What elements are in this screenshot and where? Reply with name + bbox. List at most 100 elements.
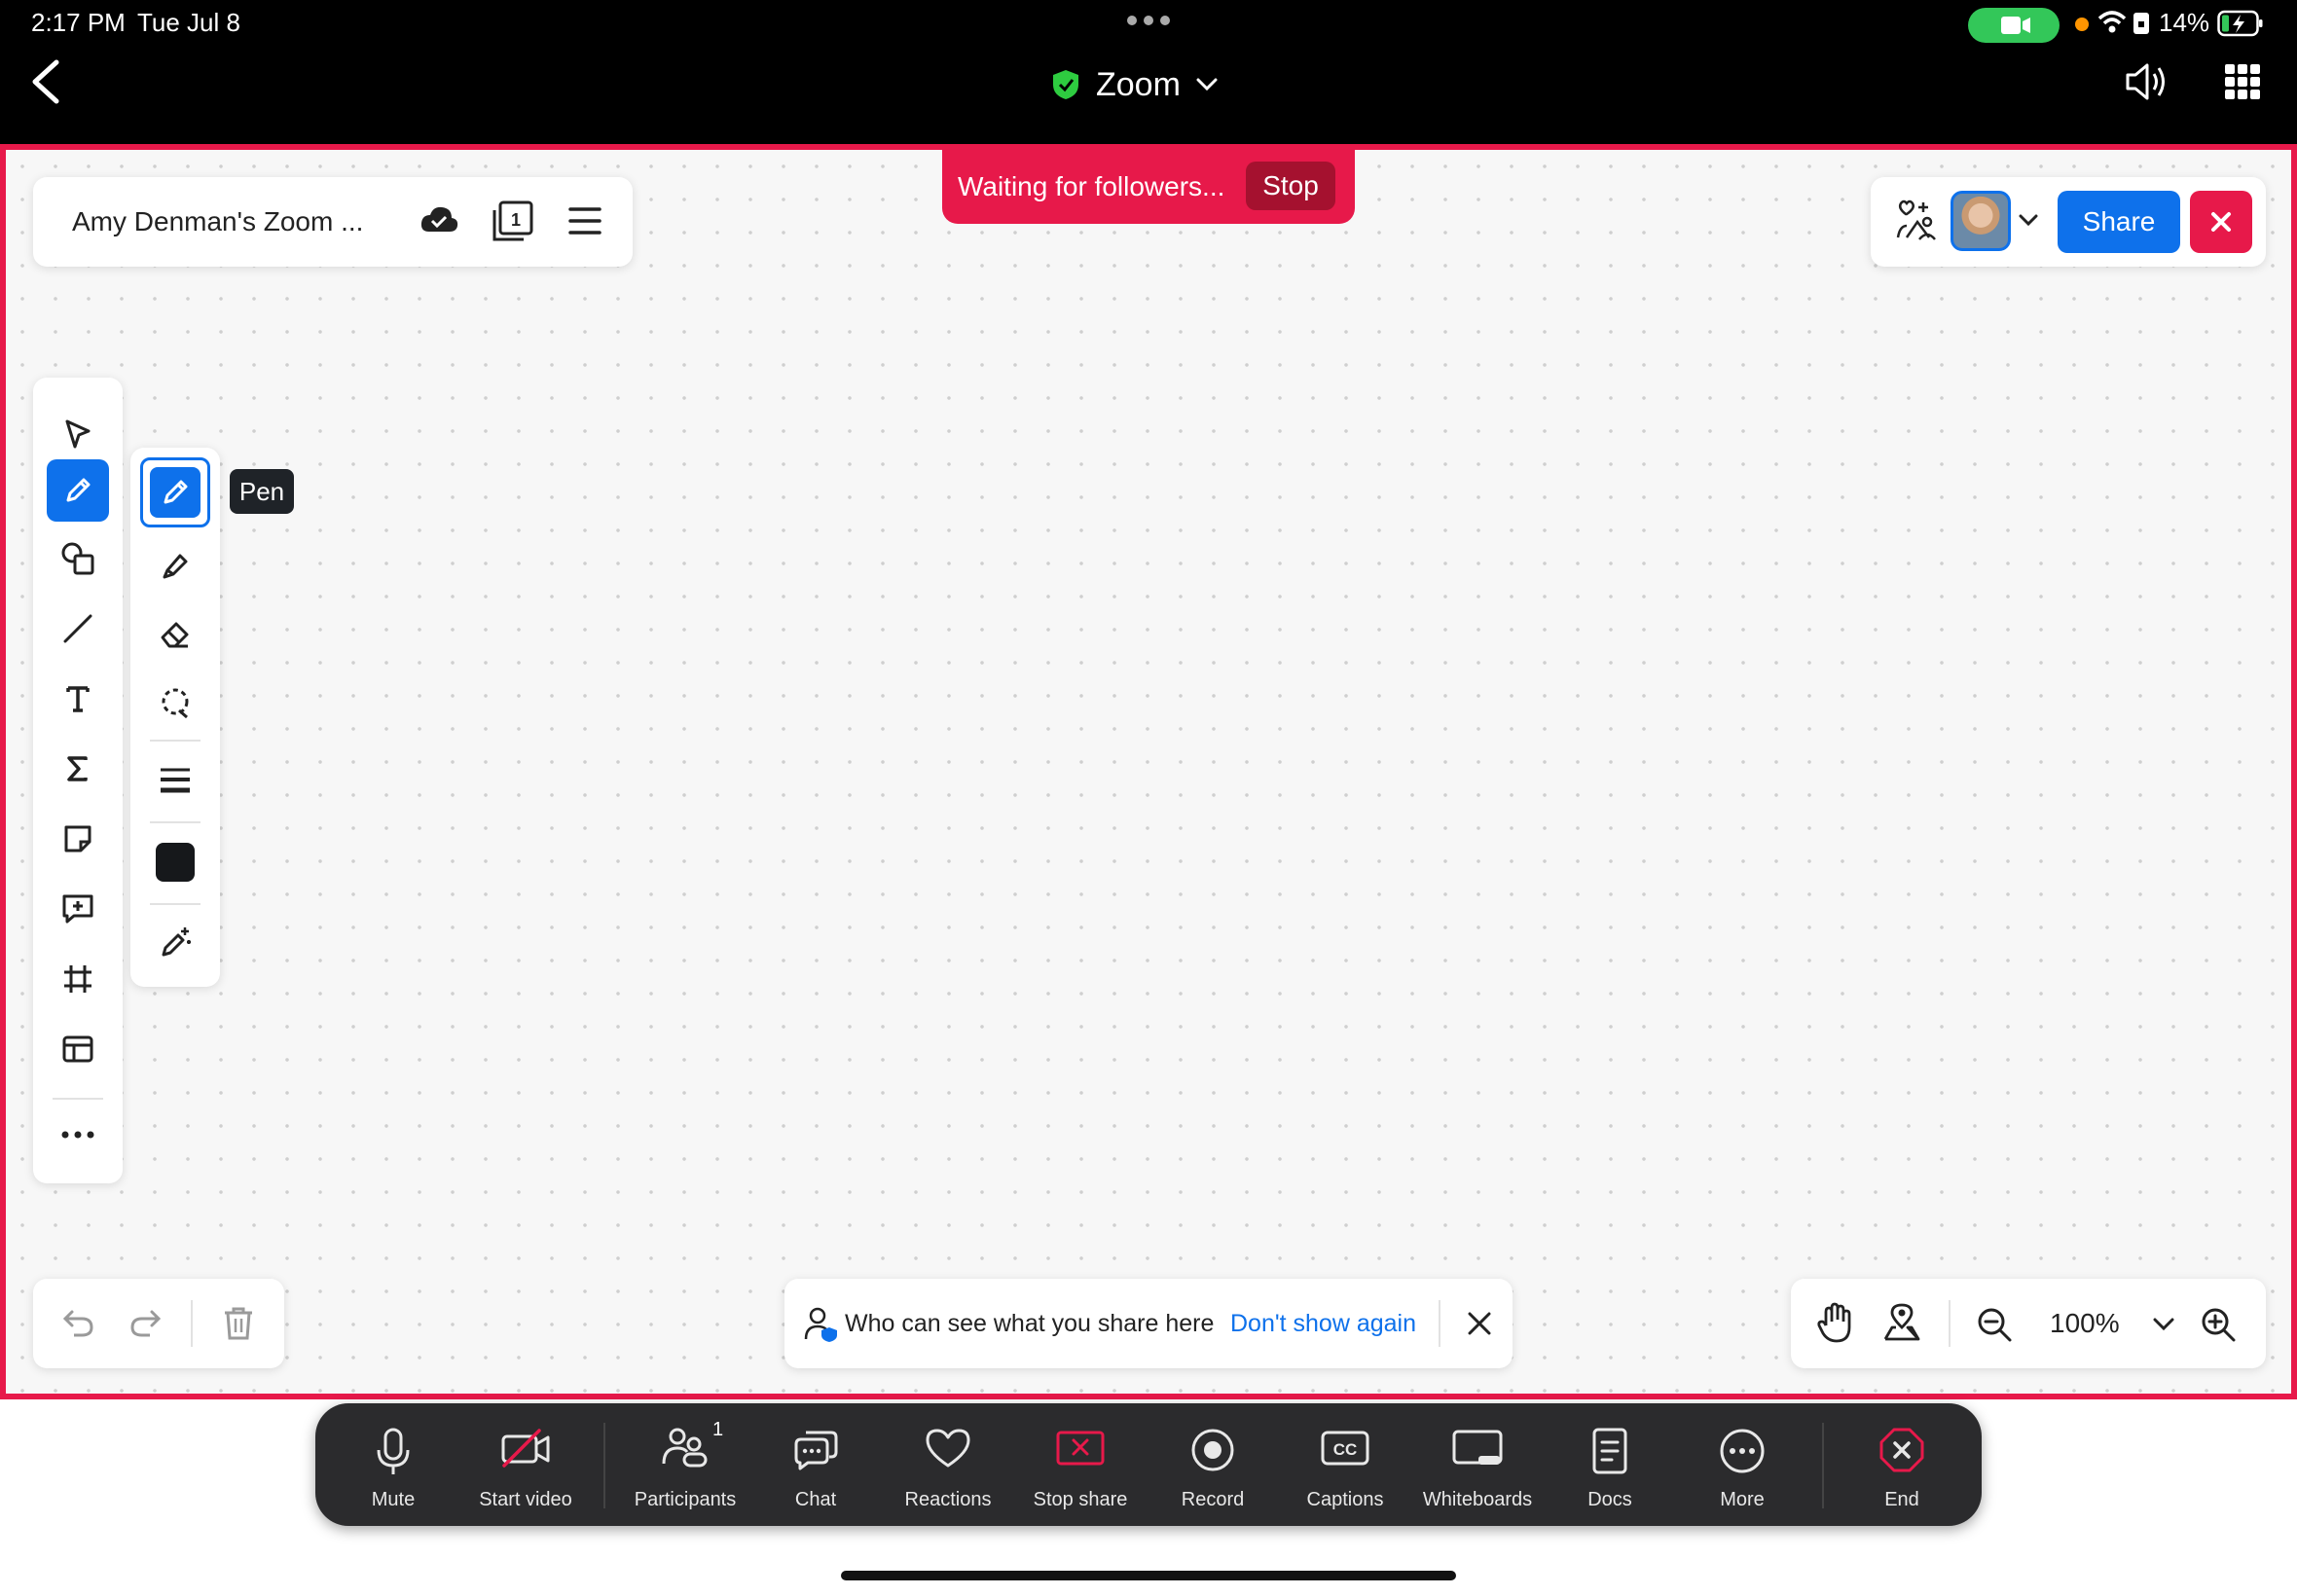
board-header: Amy Denman's Zoom ... 1 (33, 177, 633, 267)
cloud-saved-icon[interactable] (419, 200, 459, 241)
participants-icon (661, 1427, 710, 1469)
highlighter-option[interactable] (144, 535, 206, 598)
redo-icon[interactable] (128, 1308, 162, 1339)
pen-options-panel (130, 448, 220, 987)
formula-tool[interactable] (47, 738, 109, 800)
sticky-note-tool[interactable] (47, 808, 109, 870)
end-icon (1878, 1427, 1925, 1473)
divider (1949, 1300, 1951, 1347)
template-tool[interactable] (47, 1018, 109, 1080)
speaker-icon[interactable] (2124, 60, 2169, 103)
home-indicator[interactable] (841, 1571, 1456, 1580)
share-button[interactable]: Share (2058, 191, 2180, 253)
top-bar: 2:17 PM Tue Jul 8 14% Zoom (0, 0, 2297, 144)
pen-tooltip: Pen (230, 469, 294, 514)
more-horizontal-icon (61, 1131, 94, 1139)
template-icon (62, 1035, 93, 1063)
subtool-divider (150, 903, 201, 905)
eraser-option[interactable] (144, 603, 206, 666)
mic-in-use-dot (2075, 18, 2089, 31)
visibility-notice: Who can see what you share here Don't sh… (784, 1279, 1513, 1368)
undo-icon[interactable] (62, 1308, 95, 1339)
trash-icon[interactable] (222, 1306, 255, 1341)
microphone-icon (374, 1427, 413, 1477)
shapes-icon (61, 542, 94, 575)
text-tool[interactable] (47, 668, 109, 730)
hand-icon[interactable] (1816, 1302, 1853, 1343)
app-grid-icon[interactable] (2225, 64, 2260, 99)
cursor-icon (65, 419, 91, 449)
more-button[interactable]: More (1674, 1413, 1810, 1520)
board-name[interactable]: Amy Denman's Zoom ... (72, 206, 363, 237)
close-icon (2211, 212, 2231, 232)
user-shield-icon (804, 1306, 839, 1343)
frame-icon (64, 965, 91, 993)
svg-text:1: 1 (511, 210, 521, 230)
whiteboard-canvas[interactable] (0, 144, 2297, 1399)
shapes-tool[interactable] (47, 527, 109, 590)
magic-pen-icon (162, 927, 191, 957)
subtool-divider (150, 821, 201, 823)
battery-charging-icon (2217, 10, 2264, 37)
close-whiteboard-button[interactable] (2190, 191, 2252, 253)
pen-icon (164, 480, 188, 504)
status-date: Tue Jul 8 (137, 8, 240, 37)
smart-pen-option[interactable] (144, 911, 206, 973)
meeting-title-menu[interactable]: Zoom (1051, 60, 1218, 109)
end-button[interactable]: End (1834, 1413, 1970, 1520)
notice-text: Who can see what you share here (845, 1310, 1215, 1337)
eraser-icon (161, 622, 189, 648)
svg-text:CC: CC (1333, 1440, 1358, 1459)
follow-banner-text: Waiting for followers... (958, 171, 1225, 201)
locate-icon[interactable] (1882, 1302, 1921, 1343)
stop-following-button[interactable]: Stop (1246, 162, 1335, 210)
stroke-width-option[interactable] (144, 749, 206, 812)
more-label: More (1720, 1489, 1765, 1510)
chevron-down-icon[interactable] (2019, 214, 2038, 228)
line-weight-icon (161, 768, 190, 793)
lasso-icon (162, 688, 189, 719)
zoom-level[interactable]: 100% (2050, 1308, 2120, 1339)
comment-tool[interactable] (47, 878, 109, 940)
meeting-controls-bar: Mute Start video 1 Participants Chat Rea… (315, 1403, 1982, 1526)
line-icon (63, 614, 92, 643)
line-tool[interactable] (47, 598, 109, 660)
more-tools-button[interactable] (47, 1104, 109, 1166)
pages-icon[interactable]: 1 (489, 200, 535, 243)
lasso-option[interactable] (144, 671, 206, 734)
meeting-title: Zoom (1096, 65, 1181, 103)
dont-show-again-link[interactable]: Don't show again (1230, 1310, 1416, 1338)
chevron-down-icon[interactable] (2153, 1318, 2174, 1331)
share-panel: Share (1871, 177, 2266, 267)
multitasking-dots-icon[interactable] (1125, 14, 1172, 27)
collaborate-icon[interactable] (1894, 199, 1939, 243)
divider (191, 1300, 193, 1347)
cc-icon: CC (1320, 1427, 1370, 1469)
close-icon[interactable] (1466, 1310, 1493, 1337)
sigma-icon (67, 756, 88, 781)
zoom-out-icon[interactable] (1976, 1306, 2013, 1343)
pen-tool[interactable] (47, 459, 109, 522)
zoom-controls: 100% (1791, 1279, 2266, 1368)
pen-icon (66, 478, 91, 502)
frame-tool[interactable] (47, 948, 109, 1010)
sticky-note-icon (64, 825, 91, 852)
avatar[interactable] (1951, 191, 2011, 251)
follow-banner: Waiting for followers... Stop (942, 150, 1355, 224)
end-label: End (1884, 1489, 1919, 1510)
divider (1439, 1300, 1440, 1347)
more-icon (1718, 1427, 1767, 1475)
whiteboard-icon (1451, 1427, 1504, 1469)
pen-option[interactable] (140, 457, 210, 527)
select-tool[interactable] (47, 403, 109, 465)
text-icon (66, 686, 90, 712)
subtool-divider (150, 740, 201, 742)
tool-sidebar (33, 378, 123, 1183)
zoom-in-icon[interactable] (2200, 1306, 2237, 1343)
start-video-button[interactable]: Start video (457, 1413, 594, 1520)
menu-icon[interactable] (568, 206, 602, 236)
back-chevron-icon[interactable] (29, 58, 62, 105)
pen-color-option[interactable] (144, 831, 206, 893)
history-panel (33, 1279, 284, 1368)
highlighter-icon (163, 554, 188, 579)
